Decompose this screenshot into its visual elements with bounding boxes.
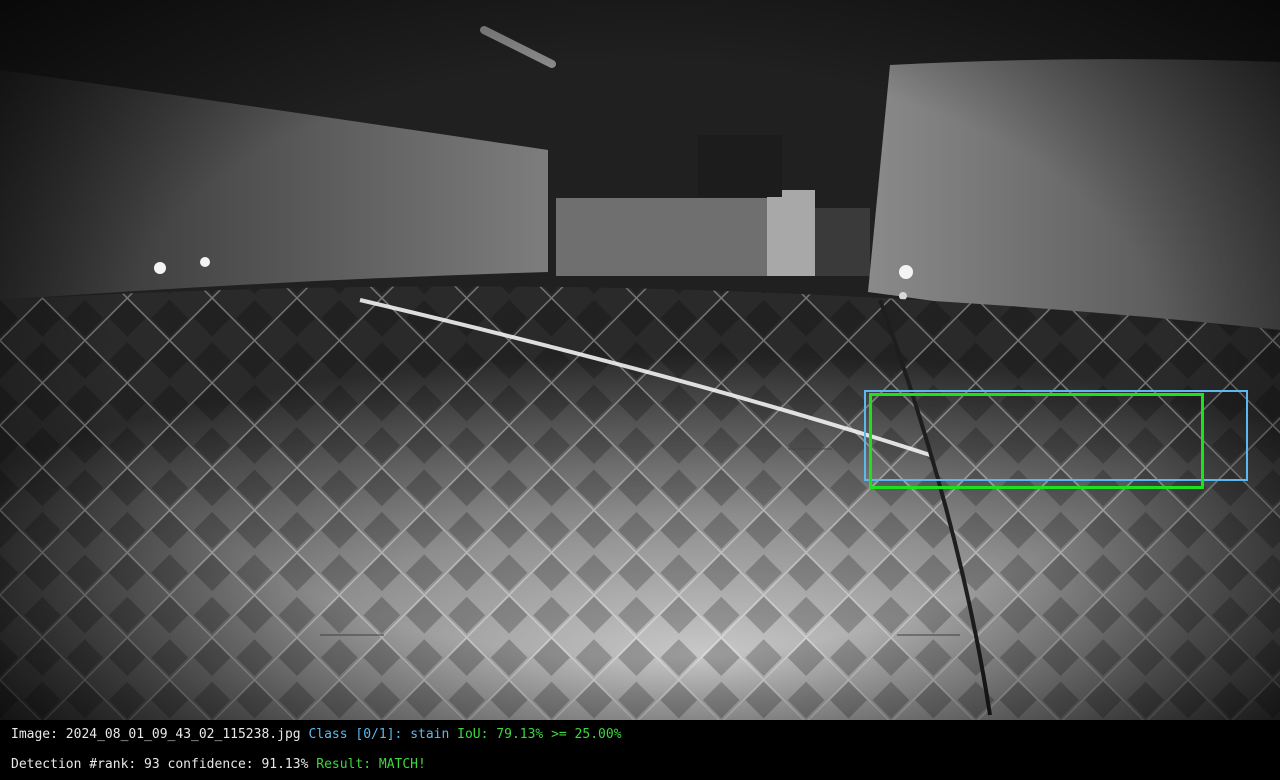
camera-image-viewport: [0, 0, 1280, 720]
image-label: Image:: [11, 727, 58, 742]
class-name: stain: [410, 727, 450, 742]
class-label: Class [0/1]:: [308, 727, 403, 742]
detection-details: Detection #rank: 93 confidence: 91.13%: [11, 757, 309, 772]
match-result: Result: MATCH!: [316, 757, 426, 772]
iou-value: IoU: 79.13% >= 25.00%: [457, 727, 622, 742]
image-filename: 2024_08_01_09_43_02_115238.jpg: [65, 727, 301, 742]
detection-info-line: Detection #rank: 93 confidence: 91.13% R…: [11, 757, 426, 773]
prediction-bounding-box: [869, 393, 1204, 489]
camera-frame-image: [0, 0, 1280, 720]
image-info-line: Image: 2024_08_01_09_43_02_115238.jpg Cl…: [11, 727, 622, 743]
